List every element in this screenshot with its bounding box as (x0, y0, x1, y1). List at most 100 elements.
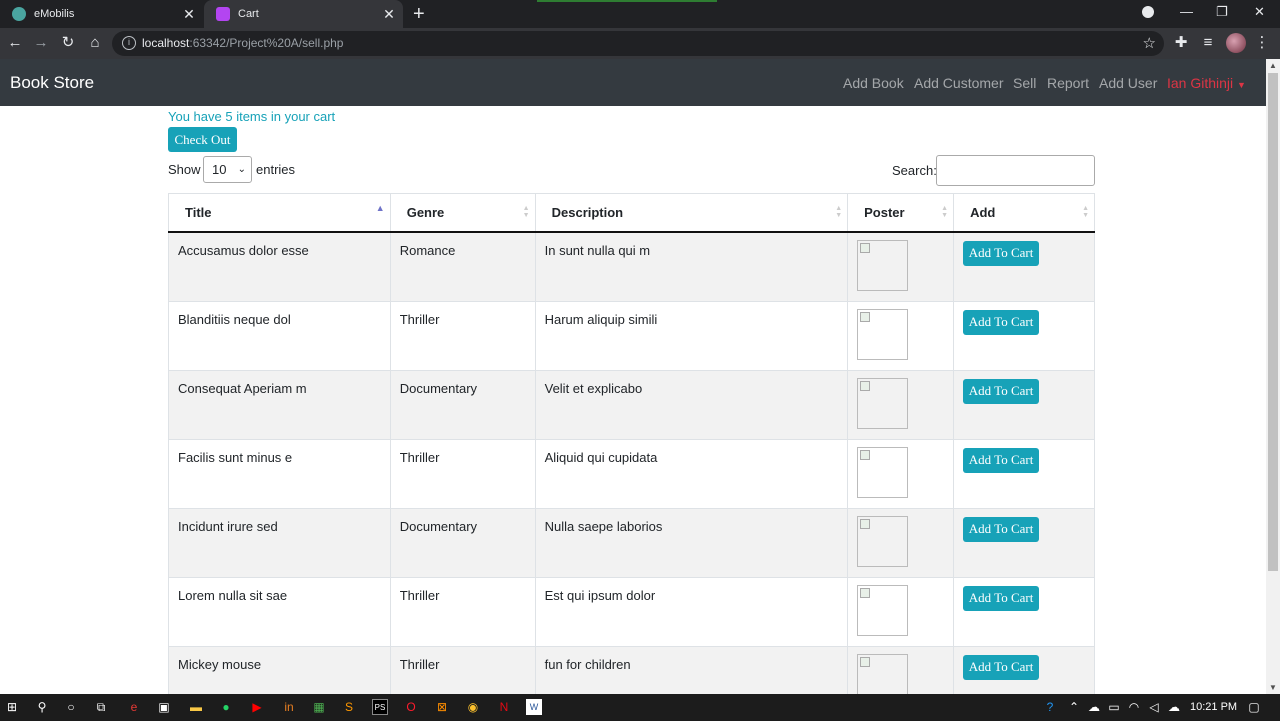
add-to-cart-button[interactable]: Add To Cart (963, 309, 1040, 335)
column-header-add[interactable]: Add ▲ ▼ (953, 193, 1095, 233)
media-control-icon[interactable]: ≡ (1198, 33, 1218, 53)
bookmark-star-icon[interactable]: ☆ (1143, 34, 1156, 52)
cloud-sync-icon[interactable]: ☁ (1166, 699, 1182, 715)
broken-image-icon (860, 311, 871, 322)
edge-icon[interactable]: e (126, 699, 142, 715)
cell-genre: Documentary (389, 507, 536, 578)
chevron-down-icon: ⌄ (237, 164, 246, 175)
phpstorm-icon[interactable]: PS (372, 699, 388, 715)
file-explorer-icon[interactable]: ▬ (188, 699, 204, 715)
scroll-thumb[interactable] (1268, 73, 1278, 571)
sort-icon: ▲ ▼ (941, 205, 949, 219)
table-row: Facilis sunt minus e Thriller Aliquid qui … (168, 438, 1095, 509)
forward-icon[interactable]: → (31, 33, 51, 53)
address-bar[interactable]: i localhost:63342/Project%20A/sell.php ☆ (112, 31, 1164, 56)
close-tab-icon[interactable]: ✕ (181, 6, 197, 22)
add-to-cart-button[interactable]: Add To Cart (963, 516, 1040, 542)
cell-poster (847, 300, 955, 371)
store-icon[interactable]: ▣ (156, 699, 172, 715)
search-icon[interactable]: ⚲ (34, 699, 50, 715)
back-icon[interactable]: ← (5, 33, 25, 53)
add-to-cart-button[interactable]: Add To Cart (963, 447, 1040, 473)
nav-add-user[interactable]: Add User (1099, 75, 1157, 91)
windows-start-icon[interactable]: ⊞ (4, 699, 20, 715)
cell-description: In sunt nulla qui m (534, 231, 849, 302)
search-input[interactable] (936, 155, 1095, 186)
sort-icon: ▲ ▼ (835, 205, 843, 219)
add-to-cart-button[interactable]: Add To Cart (963, 378, 1040, 404)
close-tab-icon[interactable]: ✕ (381, 6, 397, 22)
chevron-up-icon[interactable]: ⌃ (1066, 699, 1082, 715)
reload-icon[interactable]: ↻ (58, 33, 78, 53)
entries-value: 10 (212, 162, 227, 177)
home-icon[interactable]: ⌂ (85, 33, 105, 53)
column-header-description[interactable]: Description ▲ ▼ (534, 193, 849, 233)
sublime-icon[interactable]: S (341, 699, 357, 715)
column-header-title[interactable]: Title ▲ (168, 193, 391, 233)
column-header-poster[interactable]: Poster ▲ ▼ (847, 193, 955, 233)
nav-add-customer[interactable]: Add Customer (914, 75, 1003, 91)
youtube-icon[interactable]: ▶ (249, 699, 265, 715)
cell-description: Est qui ipsum dolor (534, 576, 849, 647)
checkout-button[interactable]: Check Out (168, 127, 237, 152)
netflix-icon[interactable]: N (496, 699, 512, 715)
search-label: Search: (892, 163, 937, 178)
whatsapp-icon[interactable]: ● (218, 699, 234, 715)
sort-icon: ▲ (375, 203, 385, 213)
browser-tab-emobilis[interactable]: eMobilis ✕ (0, 0, 203, 28)
cell-title: Blanditiis neque dol (168, 300, 391, 371)
browser-tab-cart[interactable]: Cart ✕ (204, 0, 403, 28)
taskbar-clock[interactable]: 10:21 PM (1190, 701, 1237, 713)
table-header-row: Title ▲ Genre ▲ ▼ Description ▲ ▼ Poster ▲ ▼ Ad… (168, 193, 1095, 233)
extensions-icon[interactable]: ✚ (1171, 33, 1191, 53)
cell-genre: Romance (389, 231, 536, 302)
column-header-genre[interactable]: Genre ▲ ▼ (389, 193, 536, 233)
page-scrollbar[interactable]: ▲ ▼ (1266, 59, 1280, 694)
window-close-icon[interactable]: ✕ (1254, 4, 1265, 20)
onedrive-icon[interactable]: ☁ (1086, 699, 1102, 715)
entries-length-select[interactable]: 10 ⌄ (203, 156, 252, 183)
help-icon[interactable]: ? (1042, 699, 1058, 715)
cortana-icon[interactable]: ○ (63, 699, 79, 715)
caret-down-icon: ▼ (1237, 80, 1246, 90)
tab-title: Cart (238, 8, 259, 20)
browser-tab-strip: eMobilis ✕ Cart ✕ + — ❐ ✕ (0, 0, 1280, 28)
tab-search-icon[interactable] (1142, 6, 1154, 18)
show-label: Show (168, 162, 201, 177)
cell-genre: Thriller (389, 576, 536, 647)
brand-logo-text[interactable]: Book Store (10, 73, 94, 93)
nav-add-book[interactable]: Add Book (843, 75, 904, 91)
task-view-icon[interactable]: ⧉ (93, 699, 109, 715)
add-to-cart-button[interactable]: Add To Cart (963, 240, 1040, 266)
browser-menu-icon[interactable]: ⋮ (1252, 33, 1272, 53)
user-dropdown[interactable]: Ian Githinji ▼ (1167, 75, 1246, 91)
notifications-icon[interactable]: ▢ (1246, 699, 1262, 715)
xampp-icon[interactable]: ⊠ (434, 699, 450, 715)
volume-icon[interactable]: ◁ (1146, 699, 1162, 715)
word-icon[interactable]: W (526, 699, 542, 715)
add-to-cart-button[interactable]: Add To Cart (963, 654, 1040, 680)
poster-image (857, 584, 909, 636)
add-to-cart-button[interactable]: Add To Cart (963, 585, 1040, 611)
broken-image-icon (860, 380, 871, 391)
new-tab-icon[interactable]: + (413, 3, 425, 26)
wifi-icon[interactable]: ◠ (1126, 699, 1142, 715)
maximize-icon[interactable]: ❐ (1216, 4, 1228, 20)
linkedin-icon[interactable]: in (281, 699, 297, 715)
cell-title: Facilis sunt minus e (168, 438, 391, 509)
cell-description: Velit et explicabo (534, 369, 849, 440)
cell-genre: Thriller (389, 300, 536, 371)
nav-sell[interactable]: Sell (1013, 75, 1036, 91)
scroll-up-icon[interactable]: ▲ (1269, 61, 1277, 70)
profile-avatar[interactable] (1226, 33, 1246, 53)
chrome-icon[interactable]: ◉ (465, 699, 481, 715)
nav-report[interactable]: Report (1047, 75, 1089, 91)
scroll-down-icon[interactable]: ▼ (1269, 683, 1277, 692)
minimize-icon[interactable]: — (1180, 4, 1193, 19)
opera-icon[interactable]: O (403, 699, 419, 715)
emobilis-favicon-icon (12, 7, 26, 21)
office-icon[interactable]: ▦ (311, 699, 327, 715)
battery-icon[interactable]: ▭ (1106, 699, 1122, 715)
site-info-icon[interactable]: i (122, 36, 136, 50)
entries-label: entries (256, 162, 296, 177)
